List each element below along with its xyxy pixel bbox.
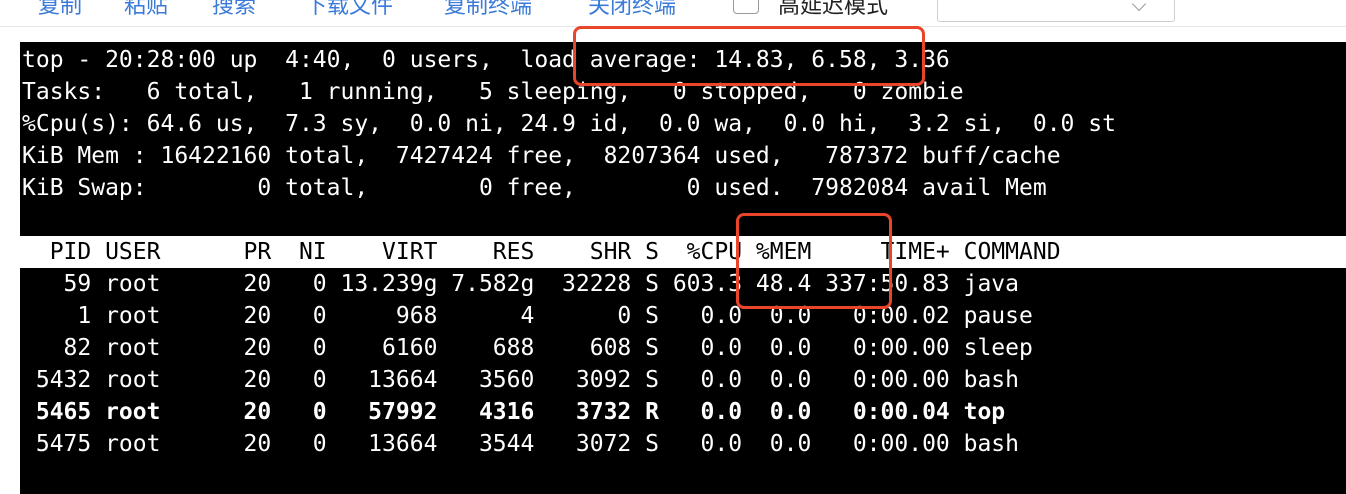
top-uptime-line: top - 20:28:00 up 4:40, 0 users, load av… bbox=[22, 47, 950, 73]
download-file-button[interactable]: 下载文件 bbox=[305, 0, 393, 20]
cpu-line: %Cpu(s): 64.6 us, 7.3 sy, 0.0 ni, 24.9 i… bbox=[22, 111, 1116, 137]
toolbar: 复制 粘贴 搜索 下载文件 复制终端 关闭终端 高延迟模式 bbox=[0, 0, 1346, 27]
copy-terminal-button[interactable]: 复制终端 bbox=[444, 0, 532, 20]
swap-line: KiB Swap: 0 total, 0 free, 0 used. 79820… bbox=[22, 175, 1047, 201]
process-row: 5475 root 20 0 13664 3544 3072 S 0.0 0.0… bbox=[22, 431, 1019, 457]
close-terminal-button[interactable]: 关闭终端 bbox=[588, 0, 676, 20]
search-button[interactable]: 搜索 bbox=[212, 0, 256, 20]
copy-button[interactable]: 复制 bbox=[38, 0, 82, 20]
process-table-header: PID USER PR NI VIRT RES SHR S %CPU %MEM … bbox=[20, 236, 1346, 268]
tasks-line: Tasks: 6 total, 1 running, 5 sleeping, 0… bbox=[22, 79, 964, 105]
process-row: 5432 root 20 0 13664 3560 3092 S 0.0 0.0… bbox=[22, 367, 1019, 393]
process-row: 82 root 20 0 6160 688 608 S 0.0 0.0 0:00… bbox=[22, 335, 1033, 361]
chevron-down-icon bbox=[1131, 0, 1147, 12]
session-select[interactable] bbox=[937, 0, 1175, 22]
process-row: 1 root 20 0 968 4 0 S 0.0 0.0 0:00.02 pa… bbox=[22, 303, 1033, 329]
high-latency-mode-label: 高延迟模式 bbox=[778, 0, 889, 19]
high-latency-mode-checkbox[interactable] bbox=[733, 0, 759, 14]
mem-line: KiB Mem : 16422160 total, 7427424 free, … bbox=[22, 143, 1061, 169]
process-row: 59 root 20 0 13.239g 7.582g 32228 S 603.… bbox=[22, 271, 1019, 297]
paste-button[interactable]: 粘贴 bbox=[124, 0, 168, 20]
terminal[interactable]: top - 20:28:00 up 4:40, 0 users, load av… bbox=[20, 42, 1346, 494]
process-row-top: 5465 root 20 0 57992 4316 3732 R 0.0 0.0… bbox=[22, 399, 1006, 425]
